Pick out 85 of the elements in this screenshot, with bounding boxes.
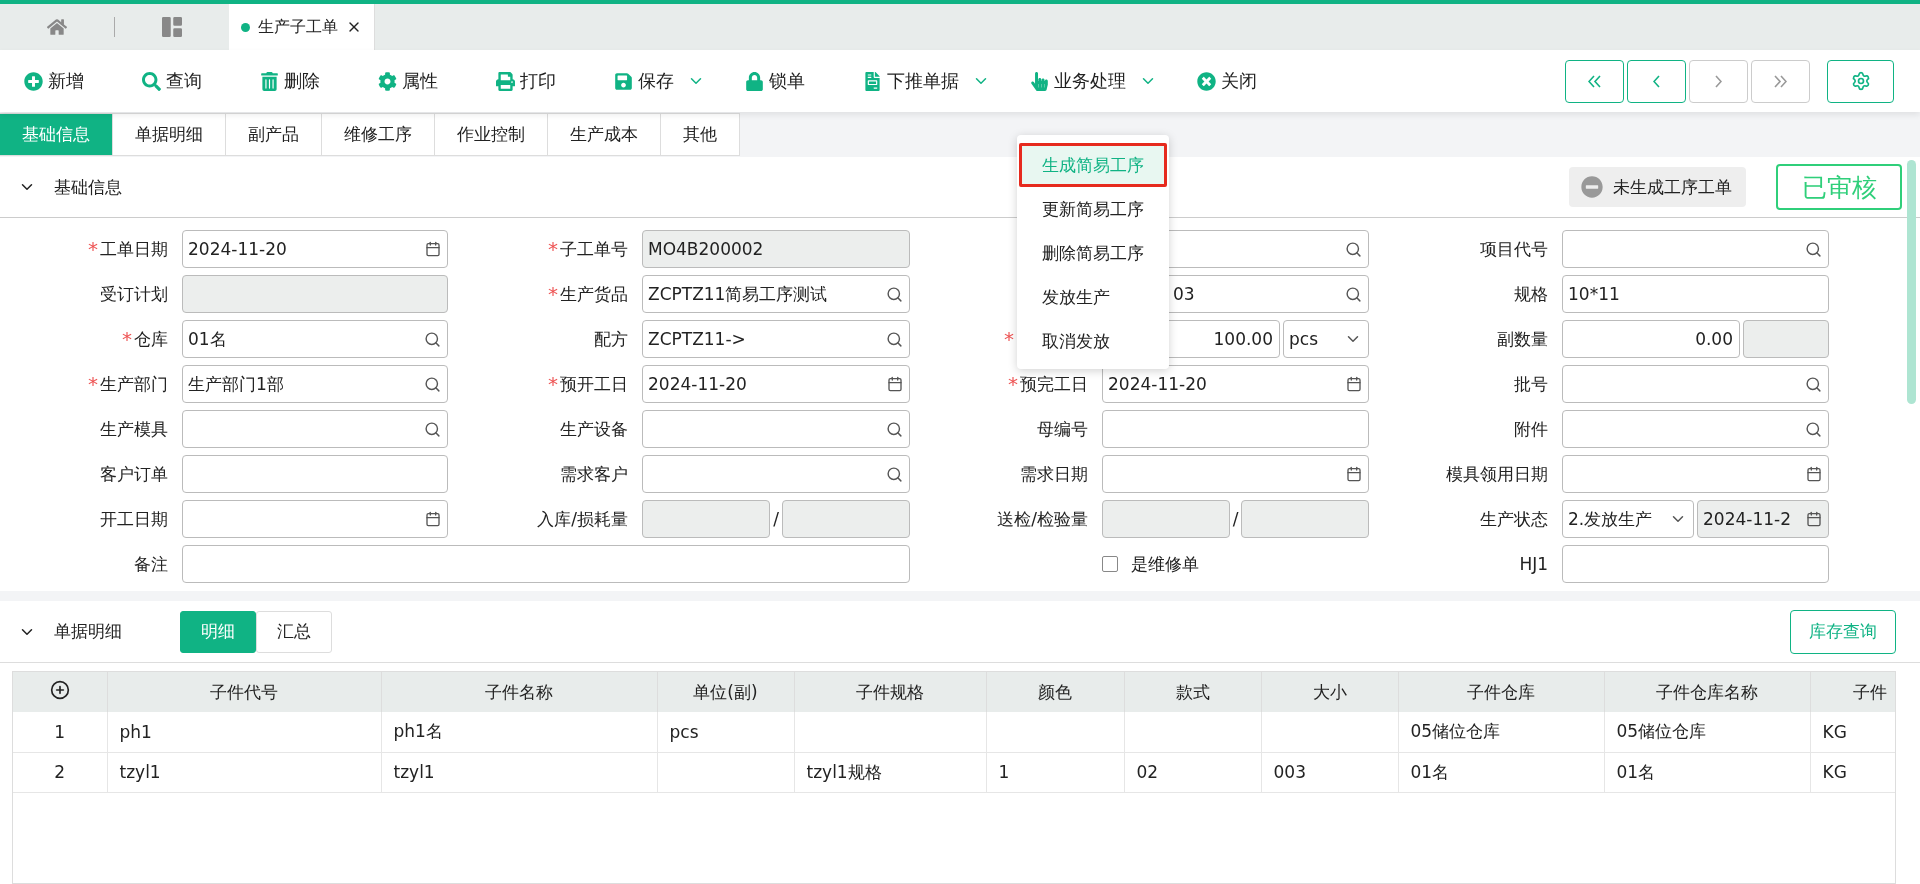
field-value: MO4B200002 bbox=[648, 239, 765, 259]
field-label: 需求客户 bbox=[560, 462, 628, 486]
checkbox-label: 是维修单 bbox=[1131, 552, 1199, 576]
table-cell: 05储位仓库 bbox=[1604, 712, 1810, 752]
required-mark: * bbox=[548, 237, 558, 261]
column-header: 子件名称 bbox=[381, 672, 657, 712]
required-mark: * bbox=[1004, 327, 1014, 351]
field-label: 配方 bbox=[594, 327, 628, 351]
field-label: HJ1 bbox=[1519, 554, 1548, 574]
table-cell: ph1 bbox=[107, 712, 381, 752]
field-label: 需求日期 bbox=[1020, 462, 1088, 486]
required-mark: * bbox=[122, 327, 132, 351]
field-label: 副数量 bbox=[1497, 327, 1548, 351]
field-label: 预完工日 bbox=[1020, 372, 1088, 396]
field-value: 01名 bbox=[188, 327, 228, 351]
field-label: 备注 bbox=[134, 552, 168, 576]
field-label: 生产部门 bbox=[100, 372, 168, 396]
section-title: 基础信息 bbox=[54, 175, 122, 199]
field-label: 送检/检验量 bbox=[997, 507, 1088, 531]
separator-text: / bbox=[773, 509, 779, 529]
table-cell: 1 bbox=[13, 712, 107, 752]
field-value: 100.00 bbox=[1212, 329, 1273, 349]
field-label: 子工单号 bbox=[560, 237, 628, 261]
column-header: 单位(副) bbox=[657, 672, 794, 712]
field-label: 开工日期 bbox=[100, 507, 168, 531]
section-title: 单据明细 bbox=[54, 620, 122, 643]
table-cell: 01名 bbox=[1398, 752, 1604, 792]
field-label: 生产模具 bbox=[100, 417, 168, 441]
table-cell: KG bbox=[1810, 712, 1895, 752]
field-value: 2024-11-20 bbox=[648, 374, 748, 394]
field-value: pcs bbox=[1289, 329, 1319, 349]
field-value: 生产部门1部 bbox=[188, 372, 285, 396]
status-text: 未生成工序工单 bbox=[1613, 175, 1732, 199]
table-cell: tzyl1 bbox=[107, 752, 381, 792]
required-mark: * bbox=[1008, 372, 1018, 396]
field-value: 2024-11-20 bbox=[188, 239, 288, 259]
field-label: 生产状态 bbox=[1480, 507, 1548, 531]
column-header: 子件仓库名称 bbox=[1604, 672, 1810, 712]
table-cell: tzyl1 bbox=[381, 752, 657, 792]
field-label: 项目代号 bbox=[1480, 237, 1548, 261]
table-cell: tzyl1规格 bbox=[794, 752, 986, 792]
field-label: 批号 bbox=[1514, 372, 1548, 396]
column-header: 子件代号 bbox=[107, 672, 381, 712]
table-cell: 02 bbox=[1124, 752, 1261, 792]
field-label: 受订计划 bbox=[100, 282, 168, 306]
field-label: 模具领用日期 bbox=[1446, 462, 1548, 486]
column-header: 大小 bbox=[1261, 672, 1398, 712]
column-header: 子件规格 bbox=[794, 672, 986, 712]
required-mark: * bbox=[88, 372, 98, 396]
tab-label: 生产子工单 bbox=[258, 16, 338, 38]
field-value: 2.发放生产 bbox=[1568, 507, 1654, 531]
field-label: 生产货品 bbox=[560, 282, 628, 306]
approved-stamp: 已审核 bbox=[1776, 164, 1902, 210]
field-label: 母编号 bbox=[1037, 417, 1088, 441]
field-label: 客户订单 bbox=[100, 462, 168, 486]
table-cell: 05储位仓库 bbox=[1398, 712, 1604, 752]
table-cell: 2 bbox=[13, 752, 107, 792]
field-value: ZCPTZ11-> bbox=[648, 329, 747, 349]
column-header: 子件 bbox=[1810, 672, 1895, 712]
field-value: 10*11 bbox=[1568, 284, 1621, 304]
field-value: ZCPTZ11简易工序测试 bbox=[648, 282, 829, 306]
column-header: 颜色 bbox=[986, 672, 1124, 712]
field-label: 入库/损耗量 bbox=[537, 507, 628, 531]
field-value: 2024-11-2 bbox=[1703, 509, 1792, 529]
field-label: 生产设备 bbox=[560, 417, 628, 441]
field-label: 工单日期 bbox=[100, 237, 168, 261]
field-label: 规格 bbox=[1514, 282, 1548, 306]
table-cell: 01名 bbox=[1604, 752, 1810, 792]
field-value: 2024-11-20 bbox=[1108, 374, 1208, 394]
required-mark: * bbox=[88, 237, 98, 261]
field-label: 附件 bbox=[1514, 417, 1548, 441]
separator-text: / bbox=[1232, 509, 1239, 529]
table-cell: KG bbox=[1810, 752, 1895, 792]
field-value: 03 bbox=[1173, 284, 1196, 304]
required-mark: * bbox=[548, 282, 558, 306]
column-header: 款式 bbox=[1124, 672, 1261, 712]
table-cell: 1 bbox=[986, 752, 1124, 792]
column-header: 子件仓库 bbox=[1398, 672, 1604, 712]
table-cell: ph1名 bbox=[381, 712, 657, 752]
table-cell: pcs bbox=[657, 712, 794, 752]
field-label: 仓库 bbox=[134, 327, 168, 351]
table-cell: 003 bbox=[1261, 752, 1398, 792]
required-mark: * bbox=[548, 372, 558, 396]
field-value: 0.00 bbox=[1694, 329, 1733, 349]
field-label: 预开工日 bbox=[560, 372, 628, 396]
